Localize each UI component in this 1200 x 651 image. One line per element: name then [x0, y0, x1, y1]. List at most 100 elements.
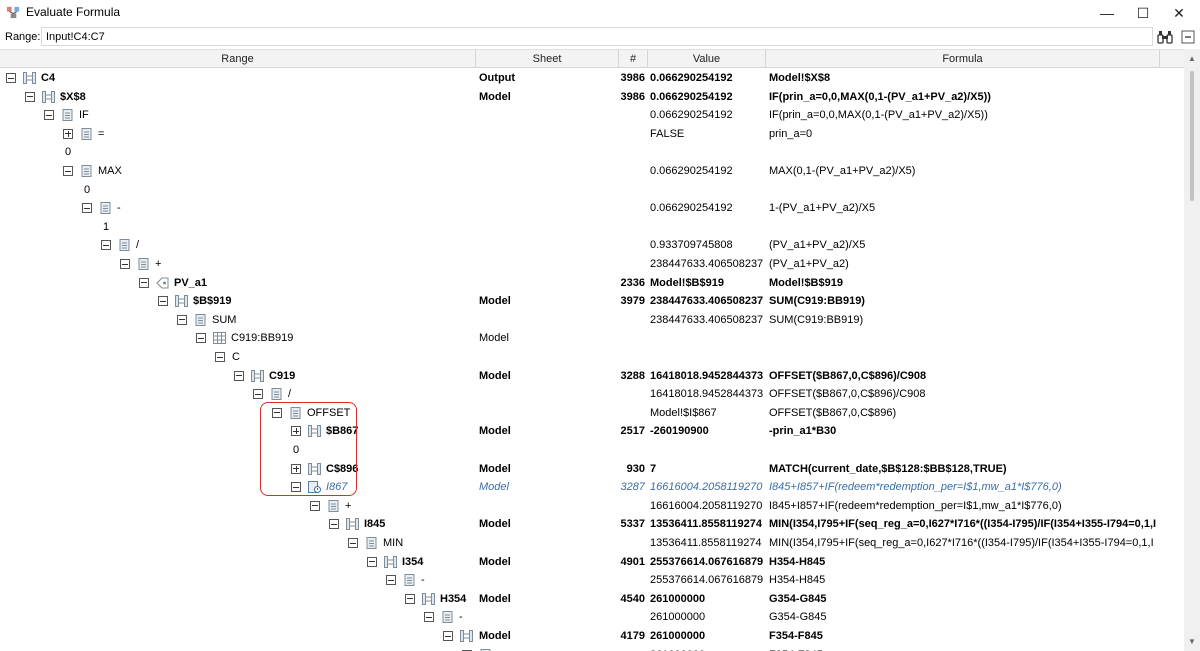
range-cell: MAX	[0, 162, 470, 180]
collapse-icon[interactable]	[253, 389, 263, 400]
collapse-icon[interactable]	[6, 73, 16, 83]
collapse-icon[interactable]	[234, 370, 244, 381]
collapse-icon[interactable]	[443, 631, 453, 641]
value-cell: -260190900	[650, 425, 709, 438]
count-cell	[560, 608, 645, 626]
tree-row[interactable]: OFFSET Model!$I$867 OFFSET($B867,0,C$896)	[0, 404, 1184, 423]
formula-tree: C4 Output 3986 0.066290254192 Model!$X$8 $X$8…	[0, 69, 1184, 651]
column-header: Range Sheet # Value Formula	[0, 49, 1184, 68]
tree-row[interactable]: IF 0.066290254192 IF(prin_a=0,0,MAX(0,1-(P…	[0, 106, 1184, 125]
close-button[interactable]: ✕	[1156, 0, 1200, 26]
collapse-icon[interactable]	[101, 240, 111, 251]
count-cell: 2517	[620, 425, 645, 438]
tree-row[interactable]: H354 Model 4540 261000000 G354-G845	[0, 590, 1184, 609]
tree-row[interactable]: 0	[0, 441, 1184, 460]
formula-cell: I845+I857+IF(redeem*redemption_per=I$1,m…	[769, 481, 1062, 494]
collapse-icon[interactable]	[139, 277, 149, 288]
count-cell	[560, 646, 645, 651]
node-label: C4	[41, 72, 56, 84]
cell-ref-icon	[251, 369, 264, 382]
collapse-icon[interactable]	[424, 612, 434, 623]
collapse-icon[interactable]	[310, 500, 320, 511]
collapse-icon[interactable]	[63, 166, 73, 176]
tree-row[interactable]: / 16418018.9452844373 OFFSET($B867,0,C$896…	[0, 385, 1184, 404]
tree-row[interactable]: C919:BB919 Model	[0, 329, 1184, 348]
cell-ref-icon	[460, 630, 473, 642]
header-sheet[interactable]: Sheet	[476, 50, 619, 68]
range-cell: PV_a1	[0, 274, 470, 292]
scroll-down-icon[interactable]: ▼	[1188, 637, 1196, 646]
collapse-icon[interactable]	[82, 203, 92, 214]
count-cell	[560, 385, 645, 403]
tree-row[interactable]: MAX 0.066290254192 MAX(0,1-(PV_a1+PV_a2)/X…	[0, 162, 1184, 181]
tree-row[interactable]: - 0.066290254192 1-(PV_a1+PV_a2)/X5	[0, 199, 1184, 218]
tree-row[interactable]: I845 Model 5337 13536411.8558119274 MIN(I354…	[0, 515, 1184, 534]
header-formula[interactable]: Formula	[766, 50, 1160, 68]
count-cell	[560, 199, 645, 217]
vertical-scrollbar[interactable]: ▲ ▼	[1184, 49, 1200, 651]
collapse-all-icon[interactable]	[1180, 29, 1196, 45]
tree-row[interactable]: I354 Model 4901 255376614.067616879 H354-H84…	[0, 553, 1184, 572]
collapse-icon[interactable]	[158, 296, 168, 307]
tree-row[interactable]: 0	[0, 181, 1184, 200]
count-cell: 4179	[620, 630, 645, 642]
app-icon	[6, 6, 20, 19]
collapse-icon[interactable]	[405, 593, 415, 604]
tree-row[interactable]: MIN 13536411.8558119274 MIN(I354,I795+IF(s…	[0, 534, 1184, 553]
tree-row[interactable]: C	[0, 348, 1184, 367]
collapse-icon[interactable]	[177, 314, 187, 325]
node-label: C919	[269, 369, 296, 382]
value-cell	[650, 441, 765, 459]
range-cell: C4	[0, 69, 470, 87]
name-icon	[156, 277, 169, 289]
tree-row[interactable]: - 261000000 G354-G845	[0, 608, 1184, 627]
header-num[interactable]: #	[619, 50, 648, 68]
count-cell: 4540	[620, 592, 645, 605]
collapse-icon[interactable]	[367, 556, 377, 567]
tree-row[interactable]: +238447633.406508237 (PV_a1+PV_a2)	[0, 255, 1184, 274]
tree-row[interactable]: C919 Model 3288 16418018.9452844373 OFFSET($…	[0, 367, 1184, 386]
tree-row[interactable]: 261000000 F354-F845	[0, 646, 1184, 651]
tree-row[interactable]: 1	[0, 218, 1184, 237]
count-cell: 2336	[620, 276, 645, 289]
range-input[interactable]: Input!C4:C7	[41, 27, 1153, 46]
tree-row[interactable]: SUM 238447633.406508237 SUM(C919:BB919)	[0, 311, 1184, 330]
collapse-icon[interactable]	[348, 538, 358, 548]
value-cell: 0.066290254192	[650, 72, 733, 84]
tree-row[interactable]: 0	[0, 143, 1184, 162]
formula-cell: SUM(C919:BB919)	[769, 295, 865, 308]
formula-cell: H354-H845	[769, 555, 826, 568]
binoculars-icon[interactable]	[1157, 29, 1173, 45]
scroll-thumb[interactable]	[1190, 71, 1194, 201]
value-cell: 261000000	[650, 646, 765, 651]
tree-row[interactable]: $B$919 Model 3979 238447633.406508237 SUM(C9…	[0, 292, 1184, 311]
header-value[interactable]: Value	[648, 50, 766, 68]
collapse-icon[interactable]	[120, 259, 130, 269]
collapse-icon[interactable]	[196, 333, 206, 344]
collapse-icon[interactable]	[44, 110, 54, 121]
range-cell	[0, 646, 491, 651]
tree-row[interactable]: $B867 Model 2517 -260190900 -prin_a1*B30	[0, 422, 1184, 441]
formula-cell: F354-F845	[769, 646, 1159, 651]
tree-row[interactable]: +16616004.2058119270 I845+I857+IF(redeem*…	[0, 497, 1184, 516]
function-icon	[194, 313, 207, 326]
scroll-up-icon[interactable]: ▲	[1188, 54, 1196, 63]
tree-row[interactable]: C4 Output 3986 0.066290254192 Model!$X$8	[0, 69, 1184, 88]
tree-row[interactable]: - 255376614.067616879 H354-H845	[0, 571, 1184, 590]
tree-row[interactable]: Model 4179 261000000 F354-F845	[0, 627, 1184, 646]
collapse-icon[interactable]	[386, 575, 396, 586]
tree-row[interactable]: / 0.933709745808 (PV_a1+PV_a2)/X5	[0, 236, 1184, 255]
tree-row[interactable]: I867 Model 3287 16616004.2058119270 I845+I85…	[0, 478, 1184, 497]
tree-row[interactable]: C$896 Model 930 7 MATCH(current_date,$B$128:…	[0, 460, 1184, 479]
tree-row[interactable]: = FALSE prin_a=0	[0, 125, 1184, 144]
collapse-icon[interactable]	[215, 352, 225, 362]
count-cell	[560, 348, 645, 366]
formula-cell	[769, 143, 1159, 161]
expand-icon[interactable]	[63, 128, 73, 139]
tree-row[interactable]: $X$8 Model 3986 0.066290254192 IF(prin_a=0,0…	[0, 88, 1184, 107]
header-range[interactable]: Range	[0, 50, 476, 68]
collapse-icon[interactable]	[25, 91, 35, 102]
range-cell: /	[0, 385, 470, 403]
collapse-icon[interactable]	[329, 519, 339, 530]
tree-row[interactable]: PV_a1 2336 Model!$B$919 Model!$B$919	[0, 274, 1184, 293]
